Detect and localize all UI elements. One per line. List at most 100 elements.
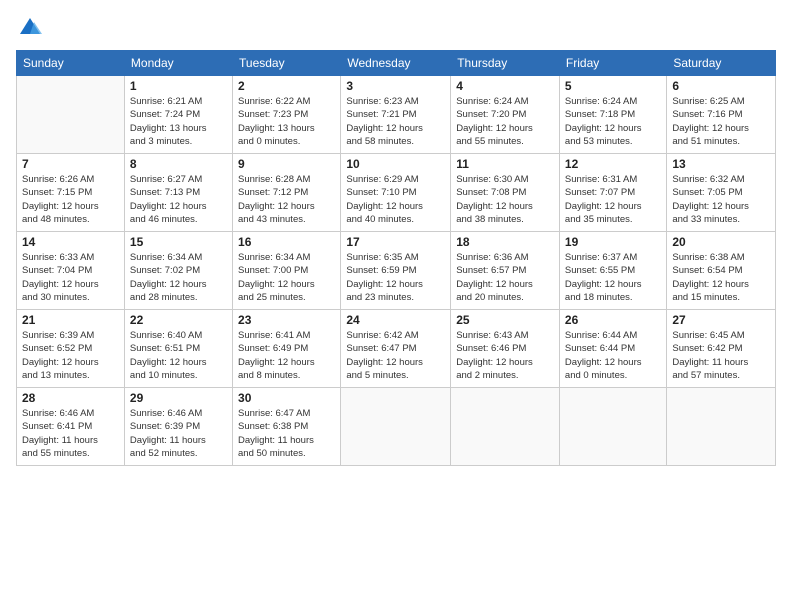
day-info: Sunrise: 6:30 AM Sunset: 7:08 PM Dayligh… <box>456 173 554 226</box>
day-info: Sunrise: 6:34 AM Sunset: 7:00 PM Dayligh… <box>238 251 335 304</box>
day-info: Sunrise: 6:46 AM Sunset: 6:39 PM Dayligh… <box>130 407 227 460</box>
calendar-cell: 15Sunrise: 6:34 AM Sunset: 7:02 PM Dayli… <box>124 232 232 310</box>
day-number: 30 <box>238 391 335 405</box>
day-number: 24 <box>346 313 445 327</box>
col-header-saturday: Saturday <box>667 51 776 76</box>
calendar-cell: 27 Sunrise: 6:45 AM Sunset: 6:42 PM Dayli… <box>667 310 776 388</box>
day-info: Sunrise: 6:31 AM Sunset: 7:07 PM Dayligh… <box>565 173 661 226</box>
day-info: Sunrise: 6:22 AM Sunset: 7:23 PM Dayligh… <box>238 95 335 148</box>
calendar-cell <box>559 388 666 466</box>
day-number: 20 <box>672 235 770 249</box>
calendar-cell: 17 Sunrise: 6:35 AM Sunset: 6:59 PM Dayli… <box>341 232 451 310</box>
day-number: 16 <box>238 235 335 249</box>
col-header-tuesday: Tuesday <box>233 51 341 76</box>
day-number: 1 <box>130 79 227 93</box>
calendar-cell: 19 Sunrise: 6:37 AM Sunset: 6:55 PM Dayli… <box>559 232 666 310</box>
calendar-cell: 13Sunrise: 6:32 AM Sunset: 7:05 PM Dayli… <box>667 154 776 232</box>
day-number: 23 <box>238 313 335 327</box>
day-number: 4 <box>456 79 554 93</box>
week-row-3: 21 Sunrise: 6:39 AM Sunset: 6:52 PM Dayli… <box>17 310 776 388</box>
col-header-friday: Friday <box>559 51 666 76</box>
day-info: Sunrise: 6:25 AM Sunset: 7:16 PM Dayligh… <box>672 95 770 148</box>
calendar-cell: 26 Sunrise: 6:44 AM Sunset: 6:44 PM Dayli… <box>559 310 666 388</box>
day-number: 8 <box>130 157 227 171</box>
calendar-cell: 12 Sunrise: 6:31 AM Sunset: 7:07 PM Dayli… <box>559 154 666 232</box>
day-info: Sunrise: 6:39 AM Sunset: 6:52 PM Dayligh… <box>22 329 119 382</box>
calendar-table: SundayMondayTuesdayWednesdayThursdayFrid… <box>16 50 776 466</box>
calendar-cell: 5Sunrise: 6:24 AM Sunset: 7:18 PM Daylig… <box>559 76 666 154</box>
day-info: Sunrise: 6:26 AM Sunset: 7:15 PM Dayligh… <box>22 173 119 226</box>
logo <box>16 14 46 42</box>
day-number: 27 <box>672 313 770 327</box>
week-row-1: 7 Sunrise: 6:26 AM Sunset: 7:15 PM Daylig… <box>17 154 776 232</box>
calendar-cell: 30 Sunrise: 6:47 AM Sunset: 6:38 PM Dayli… <box>233 388 341 466</box>
day-number: 13 <box>672 157 770 171</box>
calendar-cell: 2 Sunrise: 6:22 AM Sunset: 7:23 PM Daylig… <box>233 76 341 154</box>
day-number: 21 <box>22 313 119 327</box>
calendar-cell: 8Sunrise: 6:27 AM Sunset: 7:13 PM Daylig… <box>124 154 232 232</box>
col-header-monday: Monday <box>124 51 232 76</box>
calendar-cell: 24 Sunrise: 6:42 AM Sunset: 6:47 PM Dayli… <box>341 310 451 388</box>
calendar-cell: 28 Sunrise: 6:46 AM Sunset: 6:41 PM Dayli… <box>17 388 125 466</box>
calendar-cell: 21 Sunrise: 6:39 AM Sunset: 6:52 PM Dayli… <box>17 310 125 388</box>
col-header-thursday: Thursday <box>451 51 560 76</box>
day-info: Sunrise: 6:44 AM Sunset: 6:44 PM Dayligh… <box>565 329 661 382</box>
day-info: Sunrise: 6:46 AM Sunset: 6:41 PM Dayligh… <box>22 407 119 460</box>
day-info: Sunrise: 6:37 AM Sunset: 6:55 PM Dayligh… <box>565 251 661 304</box>
day-number: 9 <box>238 157 335 171</box>
calendar-cell: 10Sunrise: 6:29 AM Sunset: 7:10 PM Dayli… <box>341 154 451 232</box>
calendar-cell <box>17 76 125 154</box>
calendar-cell: 1 Sunrise: 6:21 AM Sunset: 7:24 PM Daylig… <box>124 76 232 154</box>
col-header-sunday: Sunday <box>17 51 125 76</box>
calendar-cell <box>451 388 560 466</box>
day-number: 6 <box>672 79 770 93</box>
day-number: 18 <box>456 235 554 249</box>
page: SundayMondayTuesdayWednesdayThursdayFrid… <box>0 0 792 612</box>
day-info: Sunrise: 6:35 AM Sunset: 6:59 PM Dayligh… <box>346 251 445 304</box>
calendar-cell: 9 Sunrise: 6:28 AM Sunset: 7:12 PM Daylig… <box>233 154 341 232</box>
day-number: 7 <box>22 157 119 171</box>
day-info: Sunrise: 6:33 AM Sunset: 7:04 PM Dayligh… <box>22 251 119 304</box>
calendar-cell: 18Sunrise: 6:36 AM Sunset: 6:57 PM Dayli… <box>451 232 560 310</box>
day-number: 17 <box>346 235 445 249</box>
day-info: Sunrise: 6:24 AM Sunset: 7:20 PM Dayligh… <box>456 95 554 148</box>
calendar-cell: 6 Sunrise: 6:25 AM Sunset: 7:16 PM Daylig… <box>667 76 776 154</box>
day-info: Sunrise: 6:40 AM Sunset: 6:51 PM Dayligh… <box>130 329 227 382</box>
calendar-cell <box>341 388 451 466</box>
col-header-wednesday: Wednesday <box>341 51 451 76</box>
day-info: Sunrise: 6:47 AM Sunset: 6:38 PM Dayligh… <box>238 407 335 460</box>
day-number: 5 <box>565 79 661 93</box>
day-number: 2 <box>238 79 335 93</box>
calendar-header-row: SundayMondayTuesdayWednesdayThursdayFrid… <box>17 51 776 76</box>
day-number: 28 <box>22 391 119 405</box>
day-info: Sunrise: 6:29 AM Sunset: 7:10 PM Dayligh… <box>346 173 445 226</box>
calendar-cell: 23Sunrise: 6:41 AM Sunset: 6:49 PM Dayli… <box>233 310 341 388</box>
day-info: Sunrise: 6:23 AM Sunset: 7:21 PM Dayligh… <box>346 95 445 148</box>
day-number: 12 <box>565 157 661 171</box>
calendar-cell: 3 Sunrise: 6:23 AM Sunset: 7:21 PM Daylig… <box>341 76 451 154</box>
calendar-cell: 4 Sunrise: 6:24 AM Sunset: 7:20 PM Daylig… <box>451 76 560 154</box>
day-number: 3 <box>346 79 445 93</box>
day-info: Sunrise: 6:43 AM Sunset: 6:46 PM Dayligh… <box>456 329 554 382</box>
calendar-cell <box>667 388 776 466</box>
day-info: Sunrise: 6:42 AM Sunset: 6:47 PM Dayligh… <box>346 329 445 382</box>
day-number: 11 <box>456 157 554 171</box>
calendar-cell: 7 Sunrise: 6:26 AM Sunset: 7:15 PM Daylig… <box>17 154 125 232</box>
day-info: Sunrise: 6:45 AM Sunset: 6:42 PM Dayligh… <box>672 329 770 382</box>
day-number: 14 <box>22 235 119 249</box>
day-number: 26 <box>565 313 661 327</box>
calendar-cell: 22 Sunrise: 6:40 AM Sunset: 6:51 PM Dayli… <box>124 310 232 388</box>
calendar-cell: 20 Sunrise: 6:38 AM Sunset: 6:54 PM Dayli… <box>667 232 776 310</box>
day-info: Sunrise: 6:28 AM Sunset: 7:12 PM Dayligh… <box>238 173 335 226</box>
day-info: Sunrise: 6:34 AM Sunset: 7:02 PM Dayligh… <box>130 251 227 304</box>
calendar-cell: 14 Sunrise: 6:33 AM Sunset: 7:04 PM Dayli… <box>17 232 125 310</box>
week-row-0: 1 Sunrise: 6:21 AM Sunset: 7:24 PM Daylig… <box>17 76 776 154</box>
day-number: 22 <box>130 313 227 327</box>
day-number: 29 <box>130 391 227 405</box>
calendar-cell: 25Sunrise: 6:43 AM Sunset: 6:46 PM Dayli… <box>451 310 560 388</box>
header <box>16 14 776 42</box>
day-number: 19 <box>565 235 661 249</box>
day-info: Sunrise: 6:38 AM Sunset: 6:54 PM Dayligh… <box>672 251 770 304</box>
logo-icon <box>16 14 44 42</box>
day-info: Sunrise: 6:21 AM Sunset: 7:24 PM Dayligh… <box>130 95 227 148</box>
